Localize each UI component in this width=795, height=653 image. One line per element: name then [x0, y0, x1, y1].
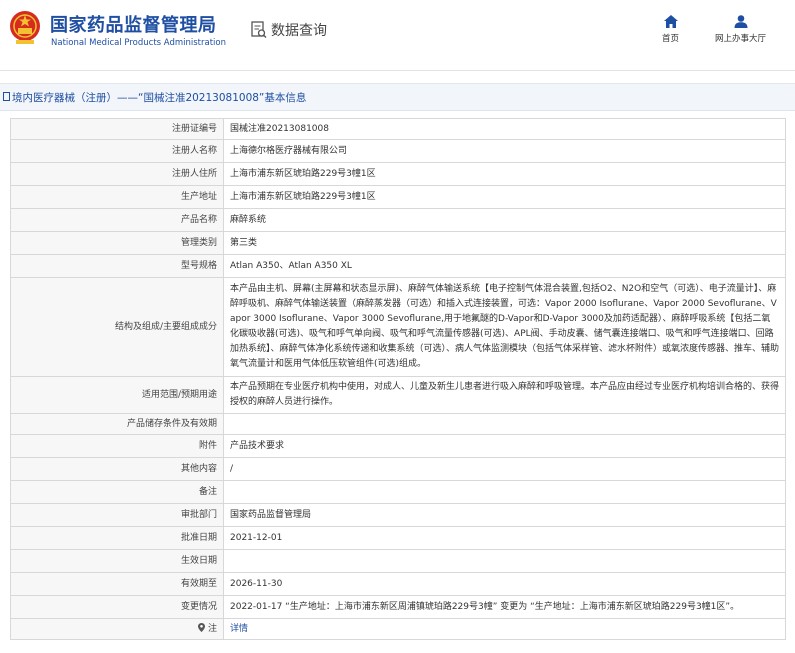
row-value: 本产品由主机、屏幕(主屏幕和状态显示屏)、麻醉气体输送系统【电子控制气体混合装置…	[223, 277, 786, 377]
row-label: 产品储存条件及有效期	[10, 413, 224, 435]
row-value: 国家药品监督管理局	[223, 503, 786, 527]
table-row: 适用范围/预期用途 本产品预期在专业医疗机构中使用，对成人、儿童及新生儿患者进行…	[10, 376, 786, 414]
registration-info-table: 注册证编号 国械注准20213081008 注册人名称 上海德尔格医疗器械有限公…	[10, 118, 786, 640]
table-row: 审批部门 国家药品监督管理局	[10, 503, 786, 527]
row-value: 麻醉系统	[223, 208, 786, 232]
table-row: 型号规格 Atlan A350、Atlan A350 XL	[10, 254, 786, 278]
row-value: 2026-11-30	[223, 572, 786, 596]
table-row: 结构及组成/主要组成成分 本产品由主机、屏幕(主屏幕和状态显示屏)、麻醉气体输送…	[10, 277, 786, 377]
table-row: 产品储存条件及有效期	[10, 413, 786, 435]
row-label: 变更情况	[10, 595, 224, 619]
user-icon	[734, 15, 747, 28]
detail-title: 境内医疗器械（注册）——“国械注准20213081008”基本信息	[12, 92, 307, 104]
nav-home-label: 首页	[662, 34, 680, 44]
table-row: 注册人名称 上海德尔格医疗器械有限公司	[10, 139, 786, 163]
table-row: 变更情况 2022-01-17 “生产地址：上海市浦东新区周浦镇琥珀路229号3…	[10, 595, 786, 619]
row-value	[223, 480, 786, 504]
row-value: 第三类	[223, 231, 786, 255]
row-label: 有效期至	[10, 572, 224, 596]
table-row: 备注	[10, 480, 786, 504]
row-label: 批准日期	[10, 526, 224, 550]
row-label: 管理类别	[10, 231, 224, 255]
row-label: 产品名称	[10, 208, 224, 232]
note-label-cell: 注	[10, 618, 224, 640]
org-name-cn: 国家药品监督管理局	[50, 15, 217, 36]
table-row: 产品名称 麻醉系统	[10, 208, 786, 232]
table-row: 批准日期 2021-12-01	[10, 526, 786, 550]
data-query-label: 数据查询	[271, 23, 327, 39]
org-name-en: National Medical Products Administration	[51, 38, 226, 48]
row-label: 型号规格	[10, 254, 224, 278]
table-row: 注 详情	[10, 618, 786, 640]
table-row: 管理类别 第三类	[10, 231, 786, 255]
table-row: 有效期至 2026-11-30	[10, 572, 786, 596]
row-label: 注册人名称	[10, 139, 224, 163]
data-query-link[interactable]: 数据查询	[251, 20, 327, 40]
row-value: 产品技术要求	[223, 434, 786, 458]
table-row: 其他内容 /	[10, 457, 786, 481]
pin-icon	[198, 622, 206, 632]
table-row: 注册证编号 国械注准20213081008	[10, 118, 786, 140]
row-value: 上海市浦东新区琥珀路229号3幢1区	[223, 162, 786, 186]
row-label: 结构及组成/主要组成成分	[10, 277, 224, 377]
row-label: 审批部门	[10, 503, 224, 527]
row-label: 附件	[10, 434, 224, 458]
national-emblem-icon	[10, 11, 40, 44]
row-label: 适用范围/预期用途	[10, 376, 224, 414]
site-header: 国家药品监督管理局 National Medical Products Admi…	[0, 0, 795, 71]
row-value: 2021-12-01	[223, 526, 786, 550]
row-value: /	[223, 457, 786, 481]
row-value	[223, 413, 786, 435]
row-value: 上海德尔格医疗器械有限公司	[223, 139, 786, 163]
row-label: 其他内容	[10, 457, 224, 481]
table-row: 生效日期	[10, 549, 786, 573]
row-label: 生产地址	[10, 185, 224, 209]
row-value: 本产品预期在专业医疗机构中使用，对成人、儿童及新生儿患者进行吸入麻醉和呼吸管理。…	[223, 376, 786, 414]
row-label: 生效日期	[10, 549, 224, 573]
table-row: 生产地址 上海市浦东新区琥珀路229号3幢1区	[10, 185, 786, 209]
document-search-icon	[251, 21, 267, 38]
row-value: 2022-01-17 “生产地址：上海市浦东新区周浦镇琥珀路229号3幢” 变更…	[223, 595, 786, 619]
nav-home[interactable]: 首页	[662, 15, 679, 44]
row-value: 国械注准20213081008	[223, 118, 786, 140]
row-label: 注	[207, 623, 217, 634]
row-value: Atlan A350、Atlan A350 XL	[223, 254, 786, 278]
row-value	[223, 549, 786, 573]
nav-online-office[interactable]: 网上办事大厅	[715, 15, 766, 44]
row-value-cell: 详情	[223, 618, 786, 640]
row-label: 备注	[10, 480, 224, 504]
table-row: 注册人住所 上海市浦东新区琥珀路229号3幢1区	[10, 162, 786, 186]
document-icon	[3, 92, 10, 101]
details-link[interactable]: 详情	[230, 624, 248, 634]
nav-online-office-label: 网上办事大厅	[715, 34, 767, 44]
table-row: 附件 产品技术要求	[10, 434, 786, 458]
row-label: 注册证编号	[10, 118, 224, 140]
home-icon	[663, 15, 678, 28]
row-value: 上海市浦东新区琥珀路229号3幢1区	[223, 185, 786, 209]
detail-title-bar: 境内医疗器械（注册）——“国械注准20213081008”基本信息	[0, 83, 795, 111]
row-label: 注册人住所	[10, 162, 224, 186]
